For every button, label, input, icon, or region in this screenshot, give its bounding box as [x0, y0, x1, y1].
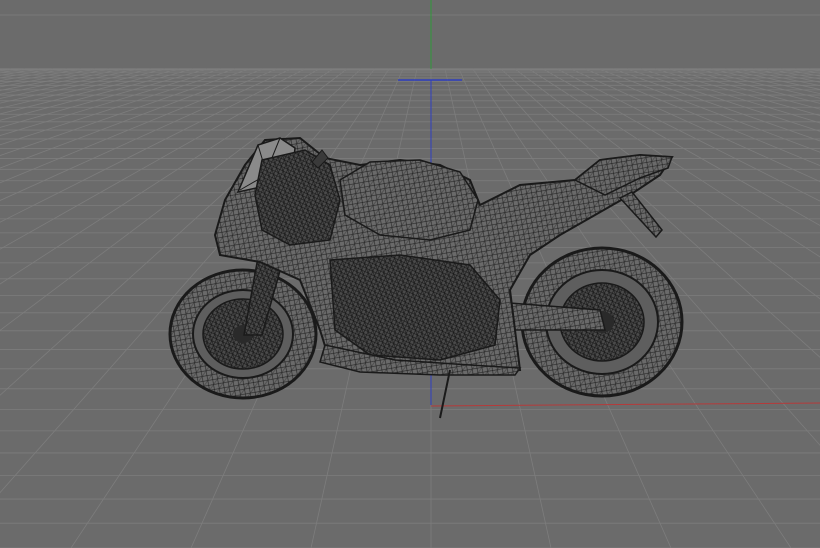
- grid-line-depth: [0, 68, 180, 115]
- grid-line-depth: [682, 68, 820, 104]
- grid-line-depth: [696, 68, 820, 99]
- x-axis: [430, 402, 820, 407]
- cockpit: [254, 149, 341, 246]
- grid-line-depth: [0, 68, 40, 76]
- grid-line-depth: [0, 68, 54, 79]
- grid-line-depth: [766, 68, 820, 80]
- grid-line-depth: [808, 68, 820, 72]
- kickstand: [439, 369, 451, 419]
- grid-line-depth: [0, 68, 166, 109]
- grid-line-depth: [0, 68, 68, 82]
- grid-line-depth: [0, 68, 124, 95]
- grid-line-depth: [0, 68, 110, 91]
- grid-line-depth: [738, 68, 820, 87]
- grid-line-depth: [794, 68, 820, 74]
- grid-line-depth: [752, 68, 820, 83]
- 3d-viewport[interactable]: [0, 0, 820, 548]
- front-wheel: [168, 268, 318, 400]
- exhaust: [618, 191, 663, 239]
- grid-line-depth: [724, 68, 820, 90]
- grid-line-depth: [0, 68, 138, 99]
- motorcycle-model[interactable]: [168, 136, 684, 419]
- viewport-canvas[interactable]: [0, 0, 820, 548]
- grid-line-depth: [780, 68, 820, 77]
- grid-line-depth: [0, 68, 12, 72]
- engine: [329, 254, 501, 361]
- grid-line-depth: [668, 68, 820, 110]
- grid-line-depth: [0, 68, 152, 104]
